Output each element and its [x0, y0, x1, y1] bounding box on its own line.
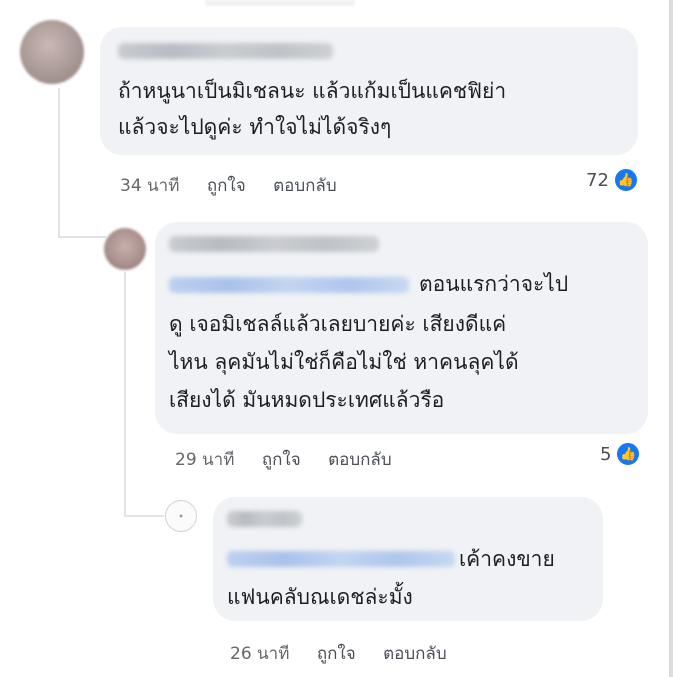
commenter-name[interactable]	[118, 43, 333, 59]
comment-actions: 29 นาที ถูกใจ ตอบกลับ	[175, 446, 414, 473]
reaction-summary[interactable]: 72 👍	[586, 168, 638, 192]
previous-comment-fragment	[205, 0, 355, 6]
thumbs-up-icon: 👍	[613, 168, 638, 192]
comment-text-line: ตอนแรกว่าจะไป	[419, 272, 569, 296]
comment-time[interactable]: 34 นาที	[120, 176, 179, 196]
comment-text-line: ไหน ลุคมันไม่ใช่ก็คือไม่ใช่ หาคนลุคได้	[169, 350, 519, 374]
comment-bubble: ตอนแรกว่าจะไป ดู เจอมิเชลล์แล้วเลยบายค่ะ…	[155, 222, 648, 434]
comment-actions: 26 นาที ถูกใจ ตอบกลับ	[230, 640, 469, 667]
commenter-avatar[interactable]	[104, 228, 146, 270]
thread-line	[124, 272, 126, 517]
reply-button[interactable]: ตอบกลับ	[383, 644, 447, 664]
comment-text-line: แล้วจะไปดูค่ะ ทำใจไม่ได้จริงๆ	[118, 115, 392, 139]
thread-line	[58, 236, 106, 238]
reaction-count: 5	[600, 443, 612, 465]
comment-time[interactable]: 26 นาที	[230, 644, 289, 664]
reply-button[interactable]: ตอบกลับ	[328, 450, 392, 470]
thumbs-up-icon: 👍	[616, 442, 641, 466]
reaction-count: 72	[586, 169, 609, 191]
mentioned-user-link[interactable]	[169, 277, 409, 293]
like-button[interactable]: ถูกใจ	[262, 450, 301, 470]
commenter-name[interactable]	[227, 511, 302, 527]
emoji-avatar-icon[interactable]: •	[165, 500, 197, 532]
reply-button[interactable]: ตอบกลับ	[273, 176, 337, 196]
like-button[interactable]: ถูกใจ	[317, 644, 356, 664]
commenter-avatar[interactable]	[20, 20, 84, 84]
comment-time[interactable]: 29 นาที	[175, 450, 234, 470]
comment-text-line: เสียงได้ มันหมดประเทศแล้วรือ	[169, 388, 445, 412]
comment-text-line: ถ้าหนูนาเป็นมิเชลนะ แล้วแก้มเป็นแคชฟิย่า	[118, 79, 507, 103]
thread-line	[58, 88, 60, 238]
thread-line	[124, 515, 164, 517]
comment-text-line: ดู เจอมิเชลล์แล้วเลยบายค่ะ เสียงดีแค่	[169, 312, 507, 336]
comment-actions: 34 นาที ถูกใจ ตอบกลับ	[120, 172, 359, 199]
comment-text-line: แฟนคลับณเดชล่ะมั้ง	[227, 585, 413, 609]
mentioned-user-link[interactable]	[227, 551, 455, 567]
comment-bubble: ถ้าหนูนาเป็นมิเชลนะ แล้วแก้มเป็นแคชฟิย่า…	[100, 27, 638, 155]
image-border	[669, 0, 673, 677]
commenter-name[interactable]	[169, 236, 379, 252]
like-button[interactable]: ถูกใจ	[207, 176, 246, 196]
comment-bubble: เค้าคงขาย แฟนคลับณเดชล่ะมั้ง	[213, 497, 603, 621]
reaction-summary[interactable]: 5 👍	[600, 442, 641, 466]
comment-text-line: เค้าคงขาย	[459, 547, 555, 571]
